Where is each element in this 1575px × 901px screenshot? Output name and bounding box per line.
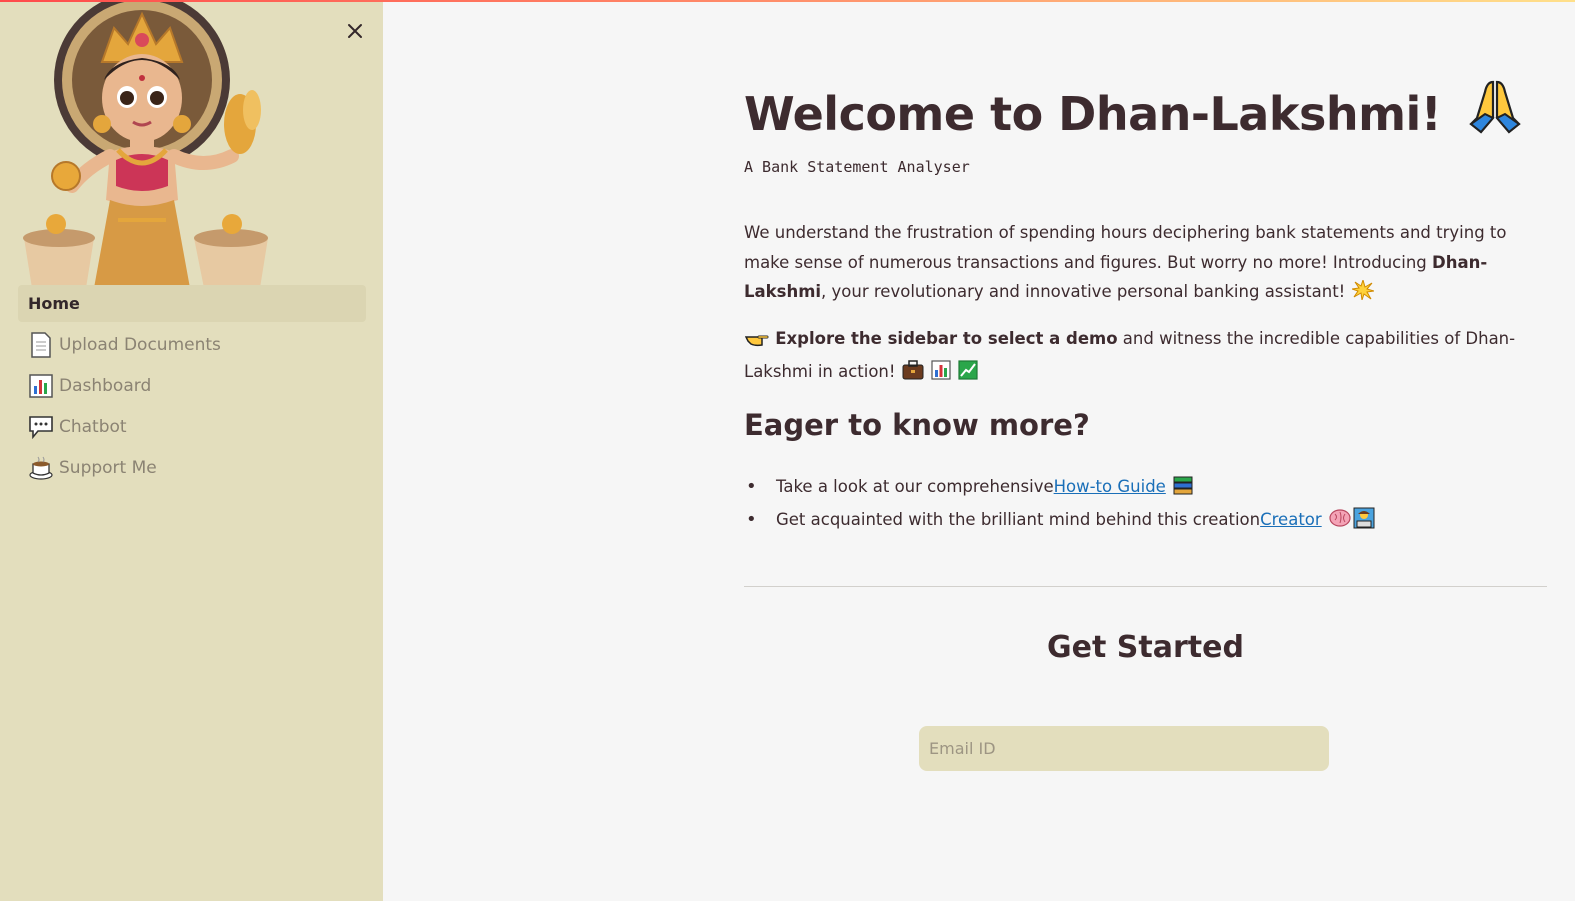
intro-paragraph: We understand the frustration of spendin… [744,218,1547,310]
close-sidebar-button[interactable] [342,18,368,44]
sidebar-item-dashboard[interactable]: Dashboard [18,367,366,404]
page-title: Welcome to Dhan-Lakshmi! [744,78,1525,145]
trend-up-icon [958,359,978,390]
sidebar-item-support-me[interactable]: Support Me [18,449,366,486]
sidebar-item-home[interactable]: Home [18,285,366,322]
sidebar: Home Upload Documents Dashboard Chatbot … [0,0,383,901]
page-title-text: Welcome to Dhan-Lakshmi! [744,87,1442,141]
folded-hands-icon [1465,78,1525,145]
goddess-logo [14,0,276,288]
technologist-icon [1353,507,1375,533]
sparkle-icon [1351,278,1374,310]
get-started-heading: Get Started [1047,630,1244,665]
list-item: • Get acquainted with the brilliant mind… [744,503,1547,536]
section-heading: Eager to know more? [744,408,1090,442]
coffee-cup-icon [28,455,54,481]
divider [744,586,1547,587]
email-input[interactable] [919,726,1329,771]
sidebar-item-upload-documents[interactable]: Upload Documents [18,326,366,363]
sidebar-item-label: Chatbot [59,416,127,437]
top-accent-bar [0,0,1575,2]
bullet-dot: • [746,509,757,530]
info-list: • Take a look at our comprehensive How-t… [744,470,1547,536]
bar-chart-icon [28,373,54,399]
brain-icon [1329,508,1351,532]
sidebar-item-label: Home [28,294,80,313]
intro-text: We understand the frustration of spendin… [744,223,1507,272]
creator-link[interactable]: Creator [1260,510,1322,529]
list-item-text: Take a look at our comprehensive [776,477,1054,496]
sidebar-item-label: Dashboard [59,375,152,396]
books-icon [1173,475,1193,499]
sidebar-item-label: Upload Documents [59,334,221,355]
subtitle: A Bank Statement Analyser [744,158,970,176]
sidebar-item-label: Support Me [59,457,157,478]
how-to-guide-link[interactable]: How-to Guide [1054,477,1166,496]
list-item-text: Get acquainted with the brilliant mind b… [776,510,1261,529]
explore-bold-text: Explore the sidebar to select a demo [775,329,1118,348]
pointing-hand-icon [744,327,769,357]
sidebar-nav: Home Upload Documents Dashboard Chatbot … [18,285,366,490]
explore-paragraph: Explore the sidebar to select a demo and… [744,324,1547,389]
bar-chart-icon [931,359,951,390]
page-icon [28,331,54,358]
intro-text-end: , your revolutionary and innovative pers… [821,282,1346,301]
speech-bubble-icon [28,414,54,440]
bullet-dot: • [746,476,757,497]
briefcase-icon [902,359,924,390]
list-item: • Take a look at our comprehensive How-t… [744,470,1547,503]
sidebar-item-chatbot[interactable]: Chatbot [18,408,366,445]
close-icon [348,24,362,38]
